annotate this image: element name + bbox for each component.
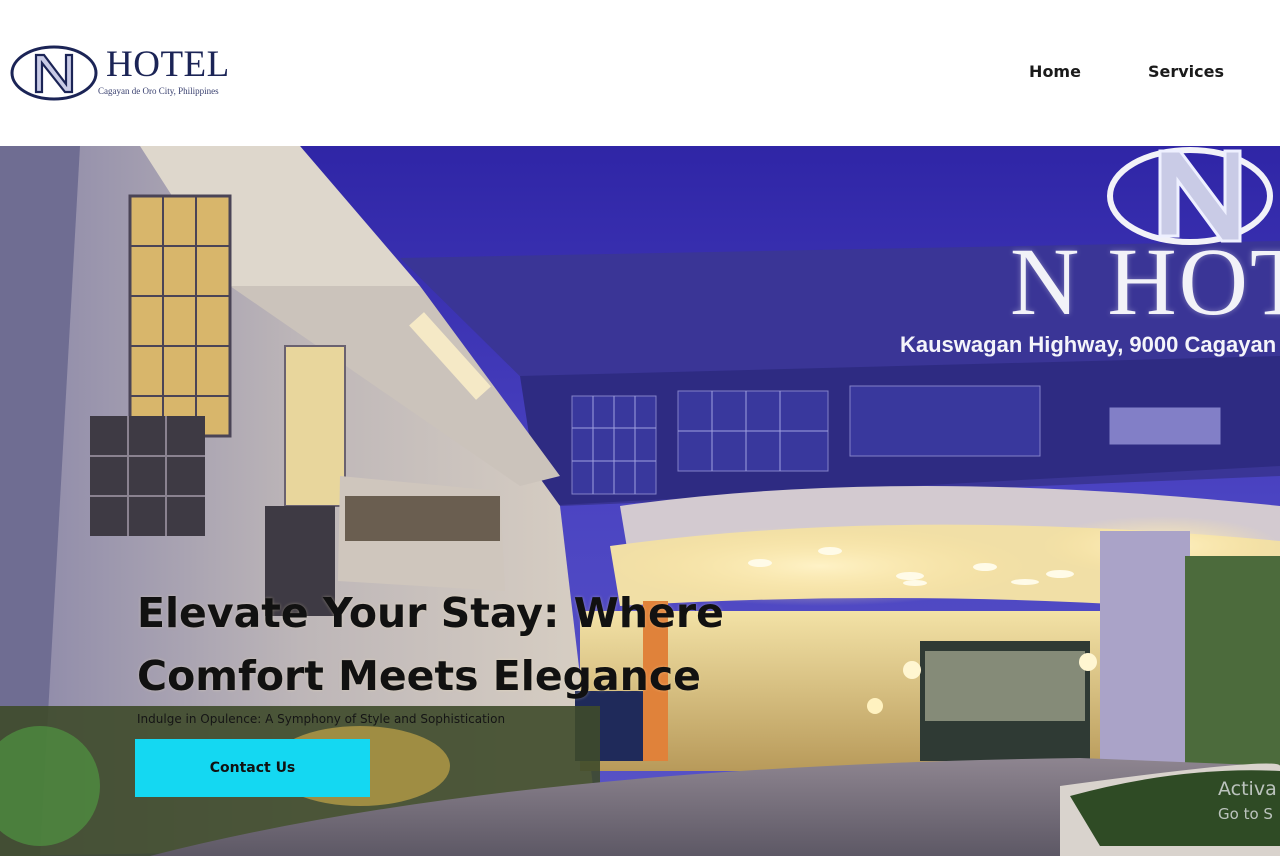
hotel-logo[interactable]: HOTEL Cagayan de Oro City, Philippines <box>10 40 250 106</box>
nav-home-link[interactable]: Home <box>1029 62 1081 81</box>
n-monogram-logo-icon <box>10 45 98 101</box>
rooftop-address-sign: Kauswagan Highway, 9000 Cagayan de <box>900 332 1280 357</box>
os-activation-watermark: Activa Go to S <box>1218 776 1277 826</box>
logo-tagline: Cagayan de Oro City, Philippines <box>98 86 219 96</box>
watermark-line-1: Activa <box>1218 778 1277 800</box>
hero-headline: Elevate Your Stay: Where Comfort Meets E… <box>137 589 724 700</box>
contact-us-button[interactable]: Contact Us <box>135 739 370 797</box>
nav-services-link[interactable]: Services <box>1148 62 1224 81</box>
hero-subtitle: Indulge in Opulence: A Symphony of Style… <box>137 712 506 726</box>
watermark-line-2: Go to S <box>1218 805 1273 823</box>
hero-banner: N HOTEL Kauswagan Highway, 9000 Cagayan … <box>0 146 1280 856</box>
main-nav: Home Services <box>1029 62 1224 81</box>
site-header: HOTEL Cagayan de Oro City, Philippines H… <box>0 0 1280 146</box>
logo-wordmark: HOTEL <box>106 44 230 85</box>
rooftop-hotel-sign: N HOTEL <box>1010 228 1280 335</box>
